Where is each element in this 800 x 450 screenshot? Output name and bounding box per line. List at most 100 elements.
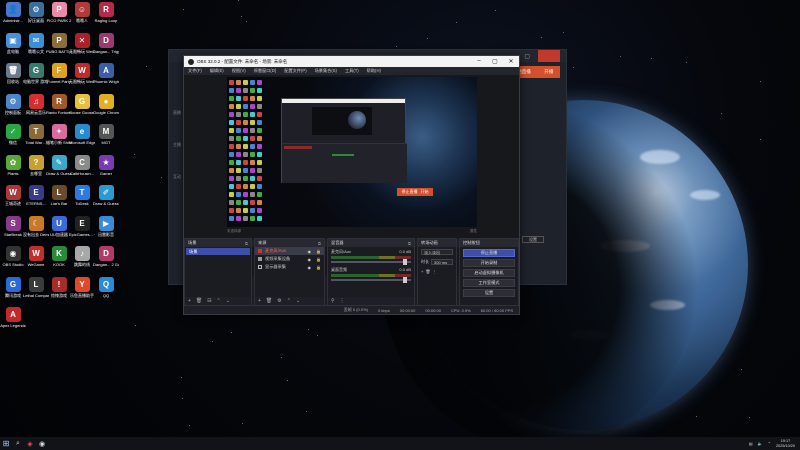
gear-icon[interactable]: ⚙ [277,298,281,304]
star [306,411,307,412]
more-icon[interactable]: ⋮ [432,269,436,274]
menu-file[interactable]: 文件(F) [188,68,202,74]
menu-edit[interactable]: 编辑(E) [210,68,224,74]
lock-icon[interactable]: 🔒 [316,249,321,254]
eye-icon[interactable]: ◉ [308,249,312,254]
app-icon: K [51,246,67,261]
menu-tools[interactable]: 工具(T) [345,68,359,74]
dock-menu-icon[interactable]: ⧉ [408,241,411,246]
desktop-icon[interactable]: EEpicGames... 一站随交互 [69,215,95,237]
preview-mini-icon [236,184,241,189]
desktop-icon[interactable]: DDangan... Trigger H... [93,32,119,54]
volume-slider[interactable] [331,277,411,283]
star [308,329,309,330]
desktop-icon[interactable]: W无限畅玩 WeGame... [69,63,95,84]
move-down-icon[interactable]: ⌄ [296,298,300,304]
volume-slider[interactable] [331,259,411,265]
desktop-icon[interactable]: APhoenix Wright A... [93,63,119,84]
desktop-icon[interactable]: A Apex Legends [0,307,26,328]
more-icon[interactable]: ⋮ [340,298,345,304]
start-virtual-camera-button[interactable]: 启动虚拟摄像机 [463,269,515,277]
desktop-icon[interactable]: C CalbHousin... [69,154,95,176]
start-recording-button[interactable]: 开始录制 [463,259,515,267]
volume-slider-knob[interactable] [403,277,407,283]
desktop-icon[interactable]: Q QQ [93,276,119,298]
source-item[interactable]: 显示器采集 ◉ 🔒 [255,263,324,271]
desktop-icon[interactable]: R Raging Loop [93,2,119,23]
transition-select[interactable]: 淡入淡出 [421,249,453,255]
close-icon[interactable]: ✕ [503,58,519,65]
desktop-icon[interactable]: ● Google Chrome [93,93,119,115]
star [741,369,742,370]
preview-status-row: 未选择源 属性 [227,229,477,234]
trash-icon[interactable]: 🗑 [266,298,272,304]
desktop-icon[interactable]: Y 乐鱼直播助手 [69,276,95,298]
trash-icon[interactable]: 🗑 [425,269,430,274]
menu-help[interactable]: 帮助(H) [367,68,381,74]
source-item[interactable]: 视频采集设备 ◉ 🔒 [255,255,324,263]
close-button[interactable] [538,50,560,62]
desktop-icon[interactable]: ♪ 跳舞的线 [69,246,95,267]
clock[interactable]: 19:17 2025/10/20 [776,439,795,448]
desktop-icon[interactable]: M MGT [93,124,119,145]
game-app-icon[interactable]: ◈ [24,437,36,450]
menu-scene-collection[interactable]: 场景集合(S) [315,68,337,74]
desktop-icon[interactable]: ▶ 迅雷影音 [93,215,119,237]
advanced-audio-icon[interactable]: ⚲ [331,298,335,304]
scenes-title: 场景 [188,240,197,245]
scene-item[interactable]: 场景 [186,248,250,255]
add-icon[interactable]: + [188,298,191,304]
studio-mode-button[interactable]: 工作室模式 [463,279,515,287]
lock-icon[interactable]: 🔒 [316,265,321,270]
chevron-up-icon[interactable]: ⌃ [768,441,771,446]
desktop-icon[interactable]: DDangan... 2 Goodb... [93,246,119,267]
move-up-icon[interactable]: ⌃ [287,298,291,304]
maximize-icon[interactable]: ▢ [487,58,503,65]
star [317,335,318,336]
stop-streaming-button[interactable]: 停止直播 [463,249,515,257]
lock-icon[interactable]: 🔒 [316,257,321,262]
windows-start-icon[interactable]: ⊞ [0,437,12,450]
eye-icon[interactable]: ◉ [308,265,312,270]
trash-icon[interactable]: 🗑 [196,298,202,304]
obs-window[interactable]: OBS 32.0.2 - 配置文件: 未命名 - 场景: 未命名 – ▢ ✕ 文… [183,55,520,315]
volume-slider-knob[interactable] [403,259,407,265]
star [749,417,750,418]
eye-icon[interactable]: ◉ [308,257,312,262]
start-button[interactable]: 开播 [544,69,553,75]
add-icon[interactable]: + [421,269,423,274]
menu-view[interactable]: 视图(V) [232,68,246,74]
preview-mini-icon [229,128,234,133]
dock-menu-icon[interactable]: ⧉ [318,241,321,246]
preview-mini-icon [229,208,234,213]
settings-button[interactable]: 设置 [463,289,515,297]
menu-docks[interactable]: 停靠窗口(D) [254,68,277,74]
filter-icon[interactable]: ⊟ [207,298,211,304]
program-preview[interactable]: 停止直播 开始 [227,77,477,227]
desktop-icon[interactable]: ★ Gamer [93,154,119,176]
preview-mini-icon [257,160,262,165]
obs-titlebar[interactable]: OBS 32.0.2 - 配置文件: 未命名 - 场景: 未命名 – ▢ ✕ [184,56,519,67]
desktop-icon[interactable]: T ToDesk [69,185,95,206]
desktop-icon[interactable]: ☺ 哦哦人 [69,2,95,23]
app-icon: ★ [98,154,114,170]
network-icon[interactable]: ▤ [749,441,753,446]
source-item[interactable]: 麦克风/Aux ◉ 🔒 [255,247,324,255]
volume-icon[interactable]: 🔈 [758,441,763,446]
maximize-icon[interactable]: ▢ [524,53,530,60]
dock-menu-icon[interactable]: ⧉ [245,241,248,246]
move-up-icon[interactable]: ⌃ [216,298,220,304]
move-down-icon[interactable]: ⌄ [226,298,230,304]
desktop-icon[interactable]: ✐Draw & Guess -... [93,185,119,206]
preview-mini-icon [257,168,262,173]
desktop-icon[interactable]: e Microsoft Edge [69,124,95,145]
desktop-icon[interactable]: ✕无限畅玩 WeGameB... [69,32,95,54]
desktop-icon[interactable]: GGoose Goose Duck [69,93,95,115]
settings-button[interactable]: 设置 [522,236,544,243]
menu-profile[interactable]: 配置文件(P) [284,68,306,74]
search-icon[interactable]: ⌕ [12,437,24,450]
minimize-icon[interactable]: – [471,58,487,65]
add-icon[interactable]: + [258,298,261,304]
duration-input[interactable]: 300 ms [431,259,453,265]
obs-taskbar-icon[interactable]: ◉ [36,437,48,450]
